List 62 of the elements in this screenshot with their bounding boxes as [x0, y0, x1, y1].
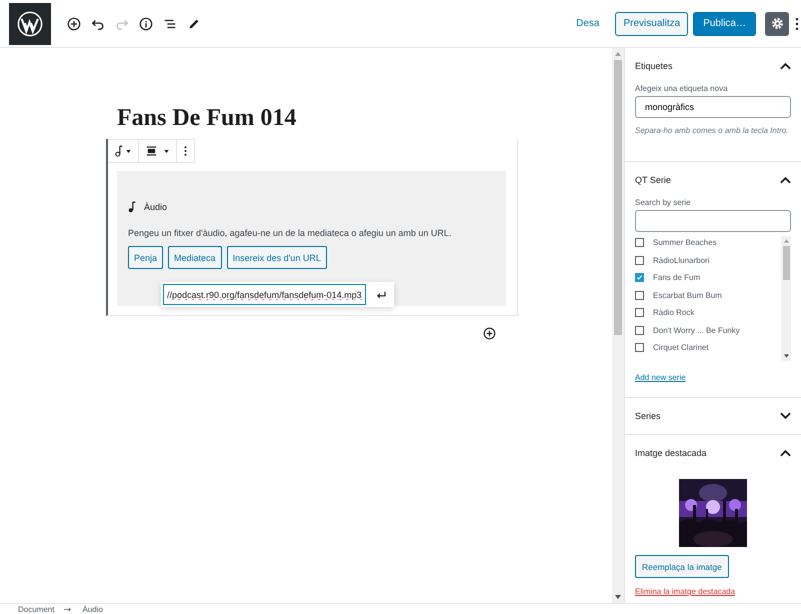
instructions-text: Pengeu un fitxer d'àudio, agafeu-ne un de la mediateca o afegiu un amb un URL. — [128, 228, 452, 238]
chevron-up-icon[interactable] — [780, 449, 791, 457]
more-icon — [184, 145, 187, 157]
scrollbar[interactable] — [612, 48, 624, 603]
checkbox[interactable] — [635, 290, 644, 300]
music-note-icon — [115, 145, 123, 157]
remove-image-link[interactable]: Elimina la imatge destacada — [635, 587, 736, 596]
chevron-up-icon[interactable] — [780, 176, 791, 184]
info-icon[interactable] — [139, 16, 153, 30]
panel-title[interactable]: Imatge destacada — [635, 448, 707, 458]
checkbox[interactable] — [635, 273, 644, 282]
chevron-down-icon[interactable] — [780, 412, 791, 420]
logo-icon[interactable] — [9, 2, 51, 44]
settings-button[interactable] — [765, 12, 789, 36]
preview-button[interactable]: Previsualitza — [615, 12, 688, 36]
field-label: Afegeix una etiqueta nova — [635, 84, 729, 93]
replace-image-button[interactable]: Reemplaça la imatge — [635, 555, 729, 578]
scroll-down-icon[interactable] — [615, 595, 621, 599]
caret-icon — [126, 150, 131, 152]
placeholder-button[interactable]: Mediateca — [168, 246, 222, 269]
checkbox[interactable] — [635, 238, 644, 247]
search-field[interactable] — [635, 210, 791, 232]
placeholder-button[interactable]: Penja — [128, 246, 164, 269]
music-note-icon — [128, 201, 136, 213]
scrollbar[interactable] — [781, 236, 791, 361]
chevron-up-icon[interactable] — [780, 62, 791, 70]
panel-title[interactable]: Etiquetes — [635, 61, 673, 71]
placeholder-button[interactable]: Insereix des d'un URL — [226, 246, 327, 269]
url-input-field[interactable]: //podcast.r90.org/fansdefum/fansdefum-014.mp3 — [163, 284, 366, 305]
enter-icon — [376, 291, 386, 299]
checkbox-label[interactable]: Summer Beaches — [653, 238, 717, 247]
checkbox-label[interactable]: Escarbat Bum Bum — [653, 290, 722, 300]
arrow-icon — [64, 606, 72, 612]
checkbox-label[interactable]: Fans de Fum — [653, 273, 700, 282]
plus-icon[interactable] — [483, 327, 496, 340]
save-button[interactable]: Desa — [572, 14, 604, 33]
checkbox-label[interactable]: RàdioLlunarbori — [653, 256, 710, 264]
post-title[interactable]: Fans De Fum 014 — [117, 104, 612, 132]
more-icon[interactable] — [795, 16, 799, 30]
panel-title[interactable]: Series — [635, 411, 661, 421]
tag-input-field[interactable]: monogràfics — [635, 96, 791, 118]
breadcrumb[interactable]: Document — [18, 604, 54, 614]
block-label: Àudio — [144, 202, 168, 212]
help-text: Separa-ho amb comes o amb la tecla Intro. — [635, 125, 790, 137]
align-center-icon — [146, 146, 157, 156]
caret-icon — [164, 150, 169, 152]
scroll-down-icon[interactable] — [784, 354, 788, 358]
pencil-icon[interactable] — [187, 16, 201, 30]
checkbox[interactable] — [635, 256, 644, 264]
field-label: Search by serie — [635, 198, 692, 207]
checkbox[interactable] — [635, 343, 644, 352]
checkbox-label[interactable]: Ràdio Rock — [653, 308, 694, 317]
checkbox-label[interactable]: Cirquet Clarinet — [653, 343, 709, 352]
checkbox[interactable] — [635, 326, 644, 334]
plus-icon[interactable] — [67, 16, 81, 30]
panel-title[interactable]: QT Serie — [635, 175, 671, 185]
checkbox-label[interactable]: Don't Worry ... Be Funky — [653, 326, 740, 334]
checkbox[interactable] — [635, 308, 644, 317]
gear-icon — [770, 17, 784, 30]
add-serie-link[interactable]: Add new serie — [635, 373, 686, 382]
publish-button[interactable]: Publica… — [693, 12, 756, 36]
breadcrumb[interactable]: Àudio — [82, 604, 103, 614]
